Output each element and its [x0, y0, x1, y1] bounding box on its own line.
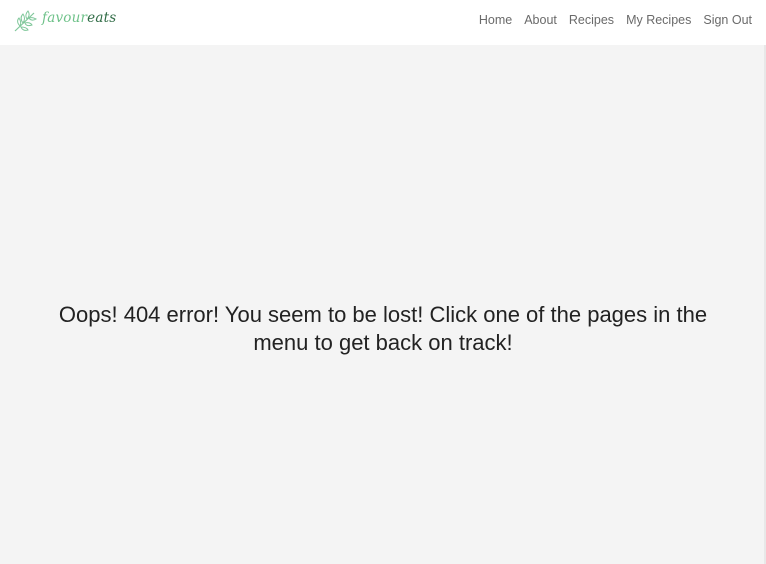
- brand-name-part-a: favour: [42, 10, 88, 27]
- nav-link-recipes[interactable]: Recipes: [569, 12, 614, 28]
- herb-leaf-icon: [14, 10, 37, 32]
- error-message: Oops! 404 error! You seem to be lost! Cl…: [58, 302, 708, 355]
- main-content: Oops! 404 error! You seem to be lost! Cl…: [0, 45, 766, 564]
- brand-logo-link[interactable]: favoureats: [12, 8, 116, 34]
- nav-link-home[interactable]: Home: [479, 12, 512, 28]
- main-nav: Home About Recipes My Recipes Sign Out: [479, 12, 752, 28]
- brand-name: favoureats: [42, 12, 116, 26]
- nav-link-sign-out[interactable]: Sign Out: [703, 12, 752, 28]
- brand-name-part-b: eats: [87, 10, 117, 27]
- navbar: favoureats Home About Recipes My Recipes…: [0, 0, 766, 45]
- nav-link-my-recipes[interactable]: My Recipes: [626, 12, 691, 28]
- nav-link-about[interactable]: About: [524, 12, 557, 28]
